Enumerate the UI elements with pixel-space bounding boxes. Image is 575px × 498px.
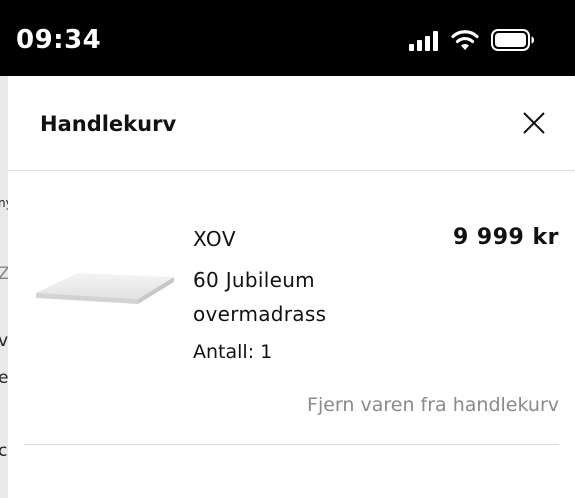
close-button[interactable] xyxy=(521,110,547,136)
item-name[interactable]: 60 Jubileum overmadrass xyxy=(193,263,373,331)
status-icons xyxy=(409,29,535,51)
wifi-icon xyxy=(451,30,479,50)
status-time: 09:34 xyxy=(16,25,102,55)
cart-item: XOV 9 999 kr 60 Jubileum overmadrass Ant… xyxy=(24,171,559,445)
close-icon xyxy=(523,112,545,134)
battery-icon xyxy=(491,29,534,51)
phone-screen: 09:34 ny Z v e c xyxy=(0,0,575,498)
cart-header: Handlekurv xyxy=(8,76,575,171)
cart-title: Handlekurv xyxy=(40,112,177,136)
item-quantity: Antall: 1 xyxy=(193,341,273,363)
cart-drawer: Handlekurv XOV 9 999 kr 60 Jubileum over… xyxy=(8,76,575,498)
item-price: 9 999 kr xyxy=(452,225,559,250)
background-text-fragment: c xyxy=(0,441,8,461)
cellular-signal-icon xyxy=(409,31,438,51)
item-brand: XOV xyxy=(193,227,236,251)
mattress-topper-image xyxy=(36,273,174,304)
status-bar: 09:34 xyxy=(0,0,575,76)
background-text-fragment: v xyxy=(0,331,9,351)
remove-item-link[interactable]: Fjern varen fra handlekurv xyxy=(307,394,559,416)
